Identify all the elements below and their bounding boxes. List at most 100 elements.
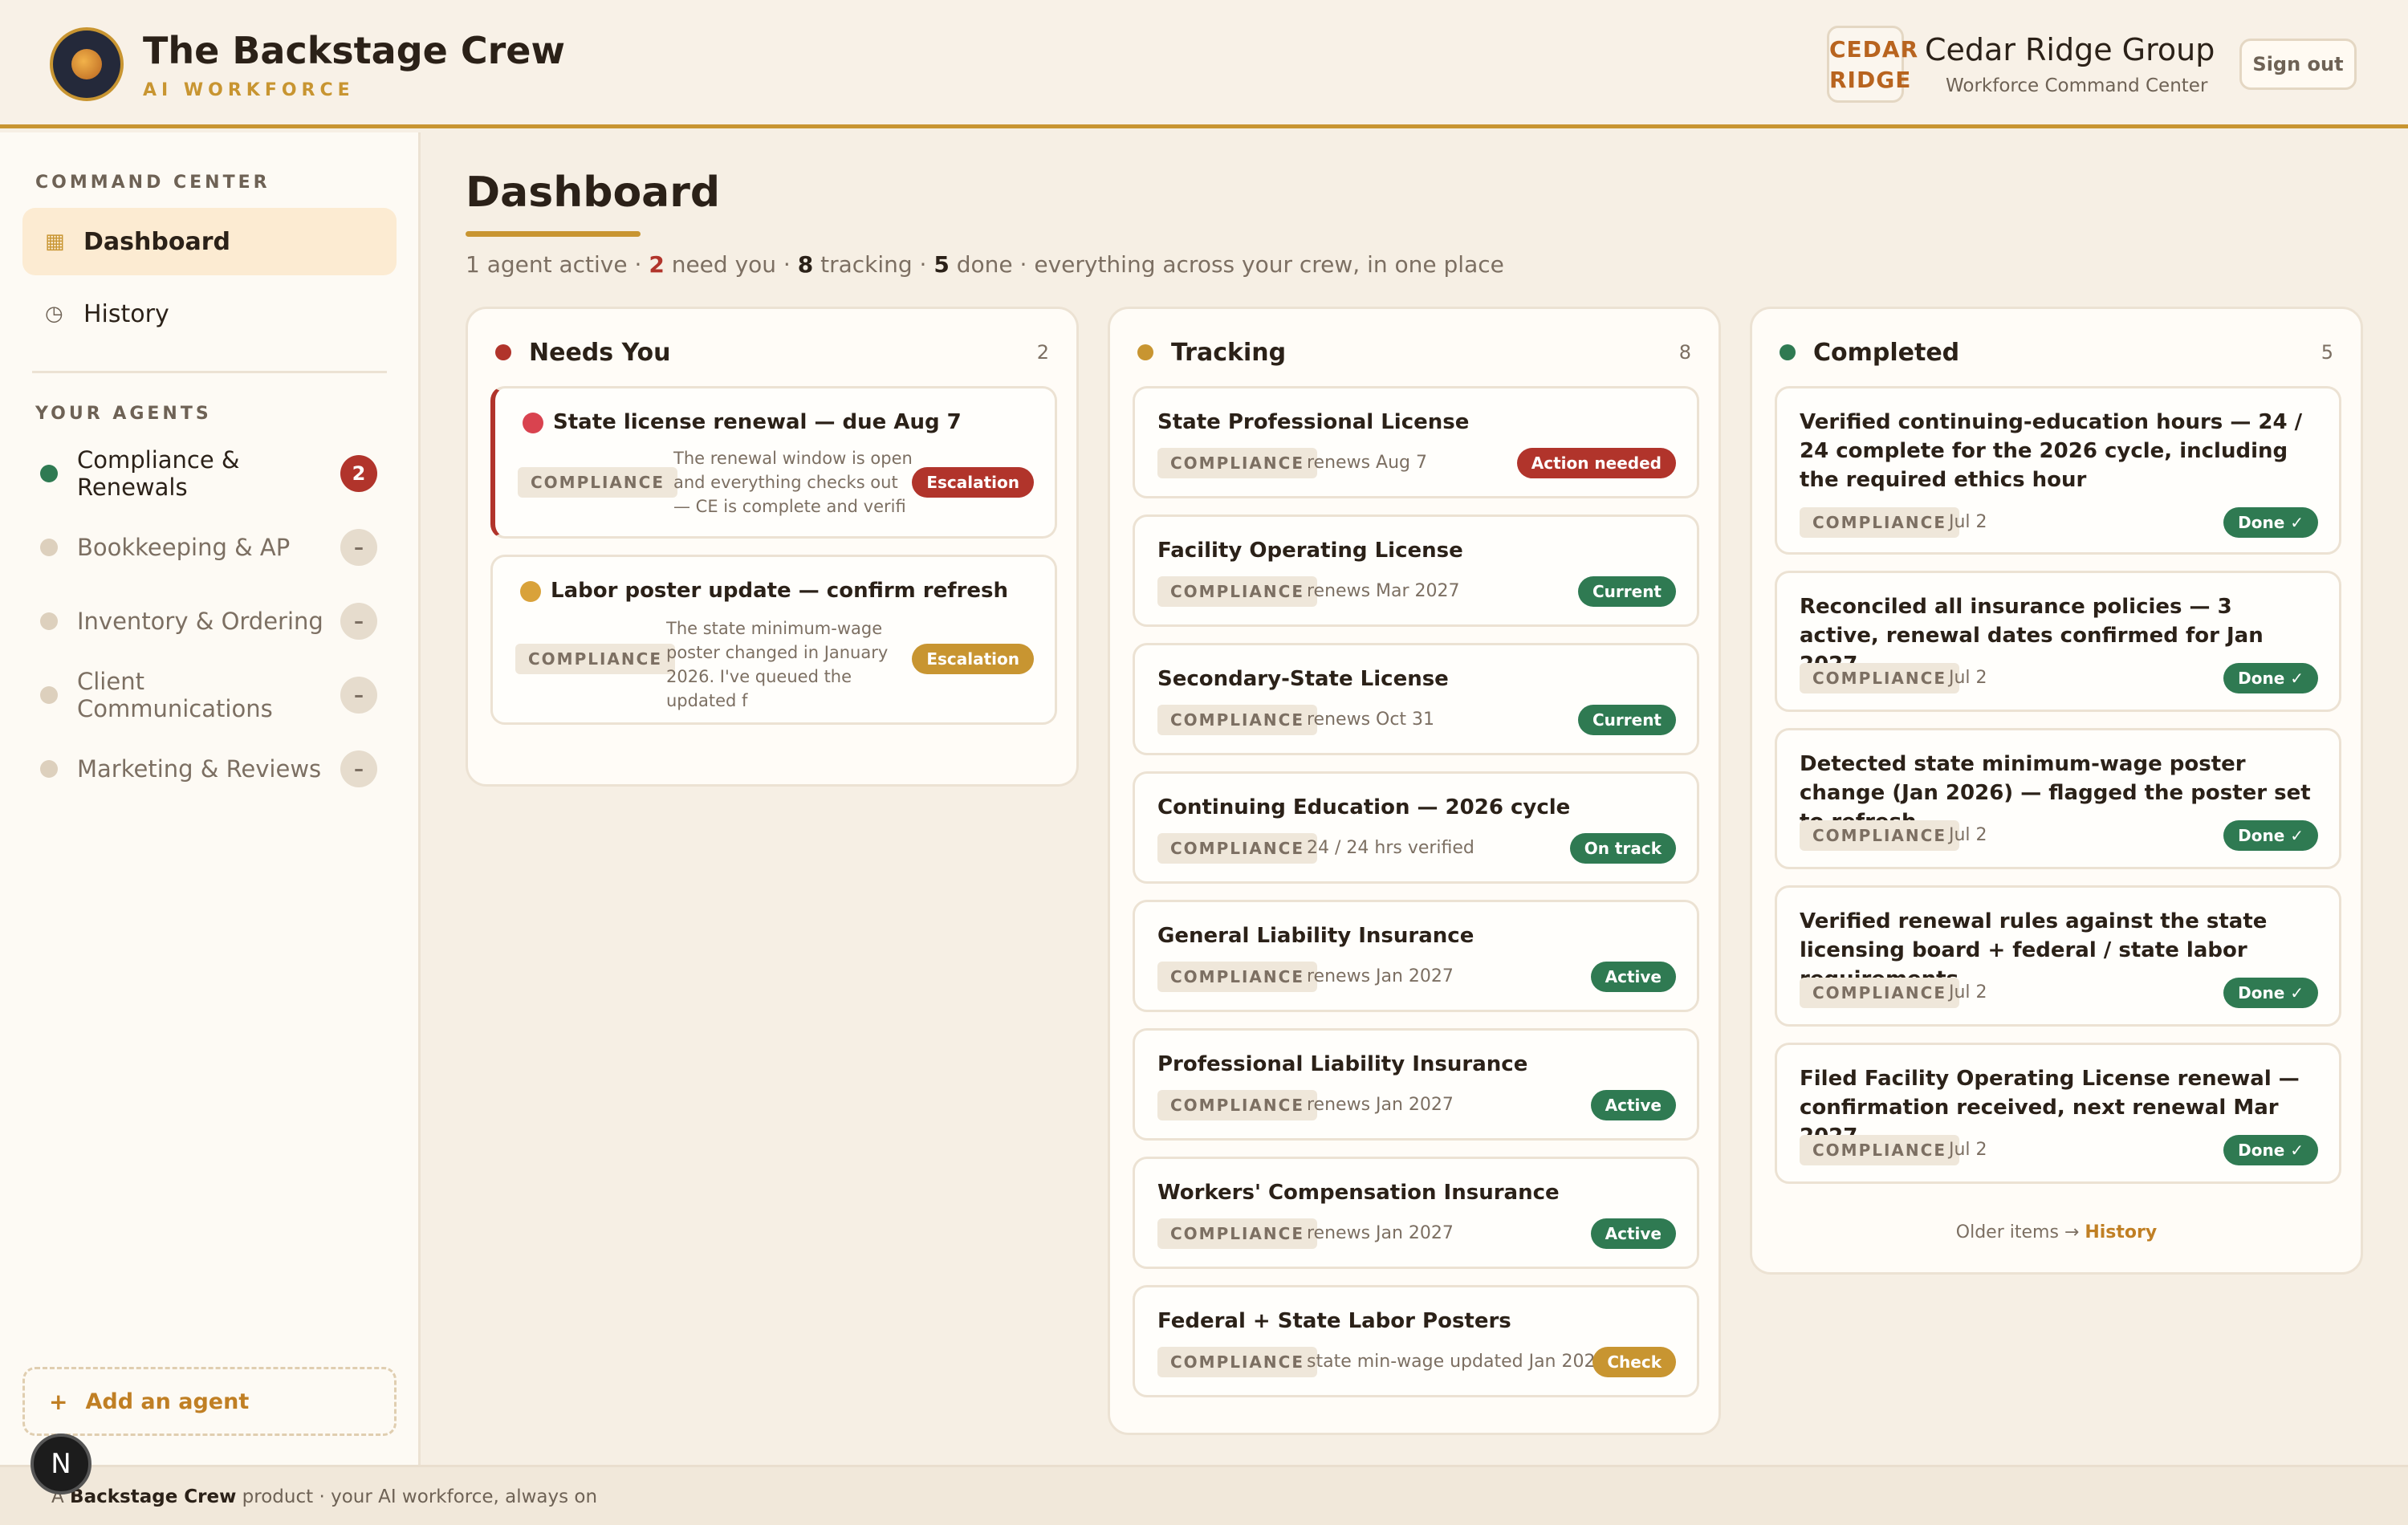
completed-card[interactable]: Verified continuing-education hours — 24… bbox=[1775, 386, 2341, 555]
agent-item[interactable]: Compliance & Renewals 2 bbox=[40, 446, 377, 501]
brand-title: The Backstage Crew bbox=[143, 29, 565, 72]
tracking-card[interactable]: State Professional License COMPLIANCE rene… bbox=[1133, 386, 1699, 498]
card-meta: renews Jan 2027 bbox=[1307, 1095, 1454, 1115]
status-badge: On track bbox=[1569, 833, 1676, 864]
agent-item[interactable]: Client Communications – bbox=[40, 668, 377, 722]
status-badge: Active bbox=[1590, 1090, 1676, 1120]
category-tag: COMPLIANCE bbox=[1157, 448, 1317, 478]
priority-dot bbox=[520, 581, 541, 602]
card-description: The state minimum-wage poster changed in… bbox=[666, 619, 889, 710]
agent-status-dot bbox=[40, 465, 58, 482]
card-date: Jul 2 bbox=[1949, 825, 1987, 845]
status-dot bbox=[1137, 344, 1153, 360]
card-meta: renews Jan 2027 bbox=[1307, 1223, 1454, 1243]
sign-out-button[interactable]: Sign out bbox=[2239, 39, 2357, 90]
status-badge: Current bbox=[1577, 576, 1676, 607]
clock-icon: ◷ bbox=[45, 302, 63, 326]
agent-item[interactable]: Inventory & Ordering – bbox=[40, 597, 377, 645]
category-tag: COMPLIANCE bbox=[515, 644, 675, 674]
column-title: Completed bbox=[1813, 338, 1960, 367]
sidebar-item-dashboard[interactable]: ▦ Dashboard bbox=[22, 208, 397, 275]
column-count: 5 bbox=[2321, 341, 2333, 364]
plus-icon: + bbox=[49, 1388, 68, 1415]
category-tag: COMPLIANCE bbox=[1157, 833, 1317, 864]
card-meta: state min-wage updated Jan 2026 bbox=[1307, 1352, 1607, 1372]
older-items-link[interactable]: Older items → History bbox=[1752, 1222, 2361, 1242]
agent-badge: – bbox=[340, 750, 377, 787]
brand-logo bbox=[50, 27, 124, 101]
card-meta: renews Jan 2027 bbox=[1307, 966, 1454, 986]
column-title: Tracking bbox=[1171, 338, 1287, 367]
footer: A Backstage Crew product · your AI workf… bbox=[0, 1465, 2408, 1525]
column-count: 2 bbox=[1036, 341, 1049, 364]
card-title: Secondary-State License bbox=[1157, 667, 1449, 691]
status-dot bbox=[1780, 344, 1796, 360]
agent-item[interactable]: Bookkeeping & AP – bbox=[40, 523, 377, 571]
tracking-card[interactable]: Facility Operating License COMPLIANCE rene… bbox=[1133, 514, 1699, 627]
card-title: Workers' Compensation Insurance bbox=[1157, 1181, 1560, 1205]
tracking-card[interactable]: General Liability Insurance COMPLIANCE ren… bbox=[1133, 900, 1699, 1012]
sidebar-item-history[interactable]: ◷ History bbox=[22, 280, 397, 348]
card-date: Jul 2 bbox=[1949, 982, 1987, 1002]
tracking-card[interactable]: Continuing Education — 2026 cycle COMPLIA… bbox=[1133, 771, 1699, 884]
brand-subtitle: AI WORKFORCE bbox=[143, 80, 355, 100]
category-tag: COMPLIANCE bbox=[1157, 1218, 1317, 1249]
tracking-card[interactable]: Workers' Compensation Insurance COMPLIANC… bbox=[1133, 1157, 1699, 1269]
card-date: Jul 2 bbox=[1949, 512, 1987, 532]
grid-icon: ▦ bbox=[45, 230, 65, 254]
card-title: Federal + State Labor Posters bbox=[1157, 1309, 1511, 1333]
category-tag: COMPLIANCE bbox=[1157, 1090, 1317, 1120]
add-agent-button[interactable]: + Add an agent bbox=[22, 1367, 397, 1436]
tracking-card[interactable]: Professional Liability Insurance COMPLIAN… bbox=[1133, 1028, 1699, 1141]
card-title: Labor poster update — confirm refresh bbox=[551, 579, 1009, 603]
org-subtitle: Workforce Command Center bbox=[1946, 75, 2208, 96]
card-title: State license renewal — due Aug 7 bbox=[553, 410, 962, 434]
completed-column: Completed 5 Older items → History Verifi… bbox=[1750, 307, 2363, 1275]
column-title: Needs You bbox=[529, 338, 671, 367]
card-title: Professional Liability Insurance bbox=[1157, 1052, 1528, 1076]
page-title: Dashboard bbox=[466, 169, 721, 217]
section-command-center: COMMAND CENTER bbox=[35, 173, 270, 193]
category-tag: COMPLIANCE bbox=[1800, 1135, 1959, 1165]
agent-status-dot bbox=[40, 539, 58, 556]
category-tag: COMPLIANCE bbox=[1800, 663, 1959, 693]
column-count: 8 bbox=[1678, 341, 1691, 364]
card-date: Jul 2 bbox=[1949, 1140, 1987, 1160]
agent-status-dot bbox=[40, 612, 58, 630]
done-badge: Done ✓ bbox=[2223, 507, 2318, 538]
tracking-column: Tracking 8 State Professional License COM… bbox=[1108, 307, 1721, 1435]
category-tag: COMPLIANCE bbox=[1157, 705, 1317, 735]
tracking-card[interactable]: Secondary-State License COMPLIANCE renews … bbox=[1133, 643, 1699, 755]
card-title: General Liability Insurance bbox=[1157, 924, 1474, 948]
card-meta: 24 / 24 hrs verified bbox=[1307, 838, 1474, 858]
card-title: Facility Operating License bbox=[1157, 539, 1463, 563]
agent-badge: 2 bbox=[340, 455, 377, 492]
sidebar-item-label: Dashboard bbox=[83, 227, 230, 256]
completed-card[interactable]: Reconciled all insurance policies — 3 ac… bbox=[1775, 571, 2341, 712]
agent-status-dot bbox=[40, 686, 58, 704]
agent-label: Inventory & Ordering bbox=[77, 608, 323, 635]
completed-card[interactable]: Filed Facility Operating License renewal… bbox=[1775, 1043, 2341, 1184]
agent-status-dot bbox=[40, 760, 58, 778]
priority-dot bbox=[523, 413, 543, 433]
status-badge: Action needed bbox=[1516, 448, 1676, 478]
status-badge: Current bbox=[1577, 705, 1676, 735]
title-underline bbox=[466, 231, 641, 237]
assistant-avatar-button[interactable]: N bbox=[31, 1434, 92, 1494]
status-dot bbox=[495, 344, 511, 360]
tracking-card[interactable]: Federal + State Labor Posters COMPLIANCE s… bbox=[1133, 1285, 1699, 1397]
needs-card[interactable]: State license renewal — due Aug 7 COMPLIA… bbox=[490, 386, 1057, 539]
category-tag: COMPLIANCE bbox=[518, 467, 677, 498]
card-description: The renewal window is open and everythin… bbox=[673, 449, 913, 516]
status-badge: Active bbox=[1590, 962, 1676, 992]
completed-card[interactable]: Verified renewal rules against the state… bbox=[1775, 885, 2341, 1027]
category-tag: COMPLIANCE bbox=[1157, 962, 1317, 992]
agent-label: Compliance & Renewals bbox=[77, 446, 240, 501]
agent-item[interactable]: Marketing & Reviews – bbox=[40, 745, 377, 793]
needs-card[interactable]: Labor poster update — confirm refresh COM… bbox=[490, 555, 1057, 725]
card-date: Jul 2 bbox=[1949, 668, 1987, 688]
completed-card[interactable]: Detected state minimum-wage poster chang… bbox=[1775, 728, 2341, 869]
card-title: Continuing Education — 2026 cycle bbox=[1157, 795, 1571, 819]
org-logo: CEDAR RIDGE bbox=[1827, 26, 1918, 103]
category-tag: COMPLIANCE bbox=[1157, 1347, 1317, 1377]
